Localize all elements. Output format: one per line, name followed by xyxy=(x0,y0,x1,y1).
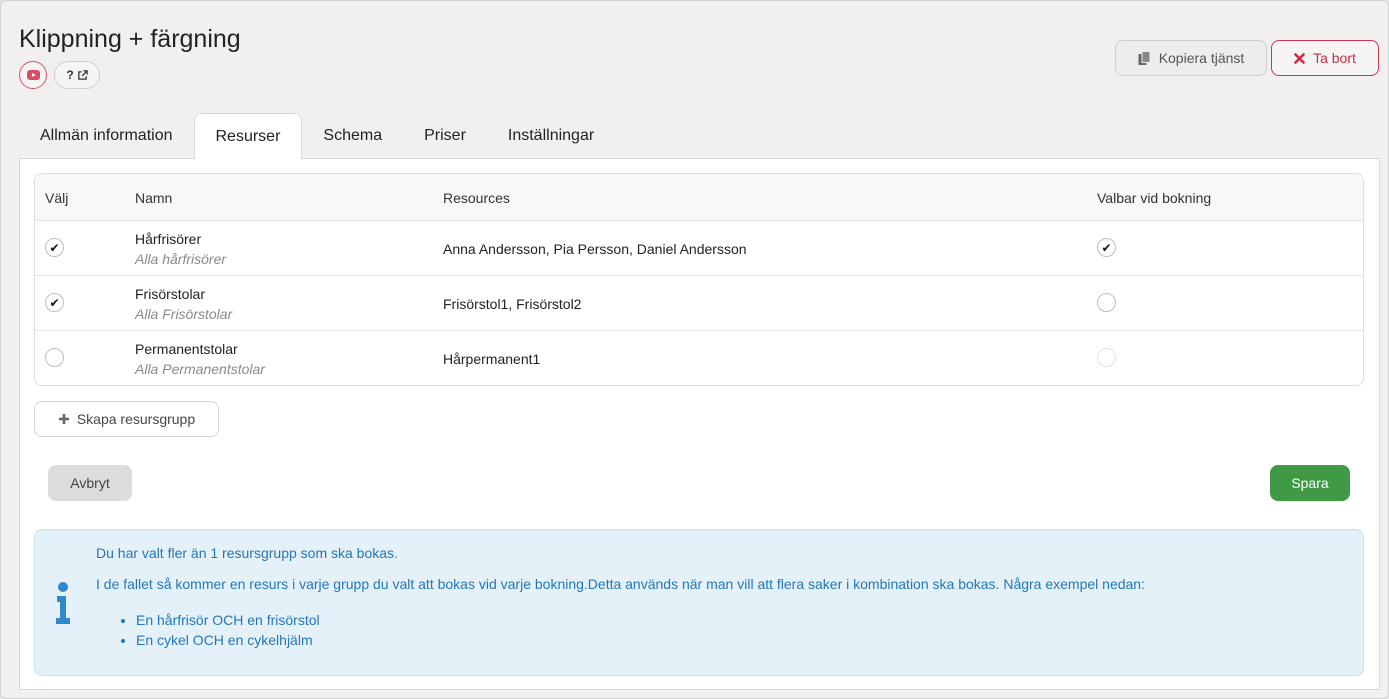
delete-button[interactable]: Ta bort xyxy=(1271,40,1379,76)
delete-label: Ta bort xyxy=(1313,50,1356,66)
group-resources: Anna Andersson, Pia Persson, Daniel Ande… xyxy=(443,241,747,257)
group-resources: Frisörstol1, Frisörstol2 xyxy=(443,296,582,312)
bookable-checkbox[interactable] xyxy=(1097,293,1116,312)
table-row: ✔ Hårfrisörer Alla hårfrisörer Anna Ande… xyxy=(35,221,1363,276)
select-checkbox[interactable]: ✔ xyxy=(45,238,64,257)
list-item: En hårfrisör OCH en frisörstol xyxy=(136,610,320,630)
group-name: Hårfrisörer xyxy=(135,231,202,247)
external-link-icon xyxy=(77,69,88,80)
bookable-checkbox-disabled xyxy=(1097,348,1116,367)
group-name: Frisörstolar xyxy=(135,286,206,302)
tab-bar: Allmän information Resurser Schema Prise… xyxy=(19,113,615,159)
header-resources: Resources xyxy=(443,190,510,206)
help-link-button[interactable]: ? xyxy=(54,61,100,89)
example-list: En hårfrisör OCH en frisörstol En cykel … xyxy=(96,610,320,650)
cancel-button[interactable]: Avbryt xyxy=(48,465,132,501)
checkmark-icon: ✔ xyxy=(49,295,60,310)
help-label: ? xyxy=(66,68,74,82)
group-resources: Hårpermanent1 xyxy=(443,351,541,367)
video-button[interactable] xyxy=(19,61,47,89)
plus-icon xyxy=(58,414,69,424)
tab-resources[interactable]: Resurser xyxy=(193,113,303,159)
select-checkbox[interactable]: ✔ xyxy=(45,293,64,312)
checkmark-icon: ✔ xyxy=(1101,240,1112,255)
info-alert: Du har valt fler än 1 resursgrupp som sk… xyxy=(34,529,1364,676)
group-subtitle: Alla hårfrisörer xyxy=(135,251,227,267)
info-text: I de fallet så kommer en resurs i varje … xyxy=(96,576,1145,592)
tab-prices[interactable]: Priser xyxy=(403,113,487,159)
table-row: Permanentstolar Alla Permanentstolar Hår… xyxy=(35,331,1363,385)
copy-service-label: Kopiera tjänst xyxy=(1158,50,1245,66)
table-row: ✔ Frisörstolar Alla Frisörstolar Frisörs… xyxy=(35,276,1363,331)
table-header: Välj Namn Resources Valbar vid bokning xyxy=(35,174,1363,221)
list-item: En cykel OCH en cykelhjälm xyxy=(136,630,320,650)
create-resource-group-label: Skapa resursgrupp xyxy=(76,411,196,427)
youtube-icon xyxy=(26,70,40,80)
tab-schedule[interactable]: Schema xyxy=(302,113,403,159)
copy-icon xyxy=(1138,50,1151,65)
close-icon xyxy=(1294,52,1305,64)
info-icon xyxy=(56,582,70,624)
group-subtitle: Alla Frisörstolar xyxy=(135,306,233,322)
header-name: Namn xyxy=(135,190,173,206)
bookable-checkbox[interactable]: ✔ xyxy=(1097,238,1116,257)
select-checkbox[interactable] xyxy=(45,348,64,367)
header-bookable: Valbar vid bokning xyxy=(1097,190,1212,206)
app-frame: Klippning + färgning ? Kopiera tjänst Ta… xyxy=(0,0,1389,699)
tab-settings[interactable]: Inställningar xyxy=(487,113,615,159)
copy-service-button[interactable]: Kopiera tjänst xyxy=(1115,40,1267,76)
info-heading: Du har valt fler än 1 resursgrupp som sk… xyxy=(96,545,398,561)
create-resource-group-button[interactable]: Skapa resursgrupp xyxy=(34,401,219,437)
tab-general-info[interactable]: Allmän information xyxy=(19,113,194,159)
resources-panel: Välj Namn Resources Valbar vid bokning ✔… xyxy=(19,158,1380,690)
page-title: Klippning + färgning xyxy=(19,25,241,53)
group-name: Permanentstolar xyxy=(135,341,238,357)
header-select: Välj xyxy=(45,190,69,206)
checkmark-icon: ✔ xyxy=(49,240,60,255)
group-subtitle: Alla Permanentstolar xyxy=(135,361,265,377)
resource-groups-table: Välj Namn Resources Valbar vid bokning ✔… xyxy=(34,173,1364,386)
save-button[interactable]: Spara xyxy=(1270,465,1350,501)
